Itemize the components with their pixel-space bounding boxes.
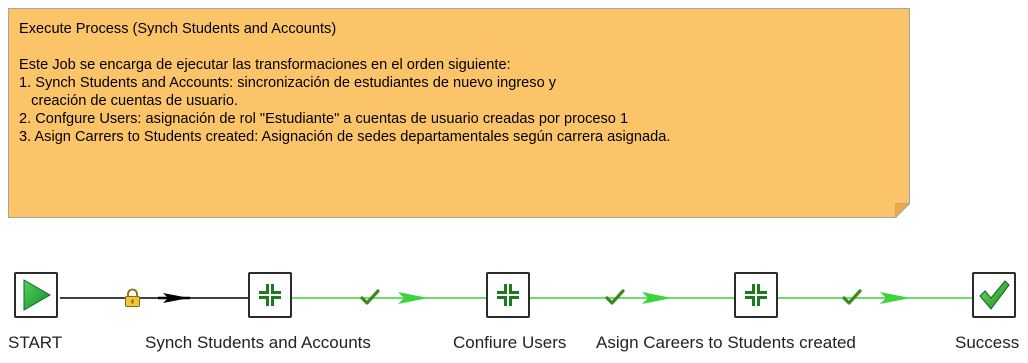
entry-label-success: Success	[955, 333, 1020, 352]
entry-asign-careers-to-students-created[interactable]	[734, 272, 778, 318]
hop-start-to-synch[interactable]	[60, 288, 248, 307]
entry-synch-students-and-accounts[interactable]	[248, 272, 292, 318]
check-icon	[605, 289, 625, 305]
entry-label-synch-students-and-accounts: Synch Students and Accounts	[145, 333, 371, 352]
checkmark-icon	[979, 280, 1010, 310]
hop-confiure-to-asign[interactable]	[530, 289, 734, 305]
hop-asign-to-success[interactable]	[778, 289, 972, 305]
entry-success[interactable]	[972, 272, 1016, 318]
transformation-icon	[742, 281, 770, 309]
hop-arrow-icon	[158, 293, 190, 303]
entry-start[interactable]	[14, 272, 58, 318]
transformation-icon	[256, 281, 284, 309]
check-icon	[842, 289, 862, 305]
entry-confiure-users[interactable]	[486, 272, 530, 318]
play-icon	[23, 279, 52, 311]
check-icon	[360, 289, 380, 305]
lock-icon	[125, 288, 140, 307]
entry-label-start: START	[8, 333, 63, 352]
entry-label-asign-careers: Asign Careers to Students created	[596, 333, 856, 352]
hop-synch-to-confiure[interactable]	[292, 289, 486, 305]
entry-label-confiure-users: Confiure Users	[453, 333, 567, 352]
transformation-icon	[494, 281, 522, 309]
